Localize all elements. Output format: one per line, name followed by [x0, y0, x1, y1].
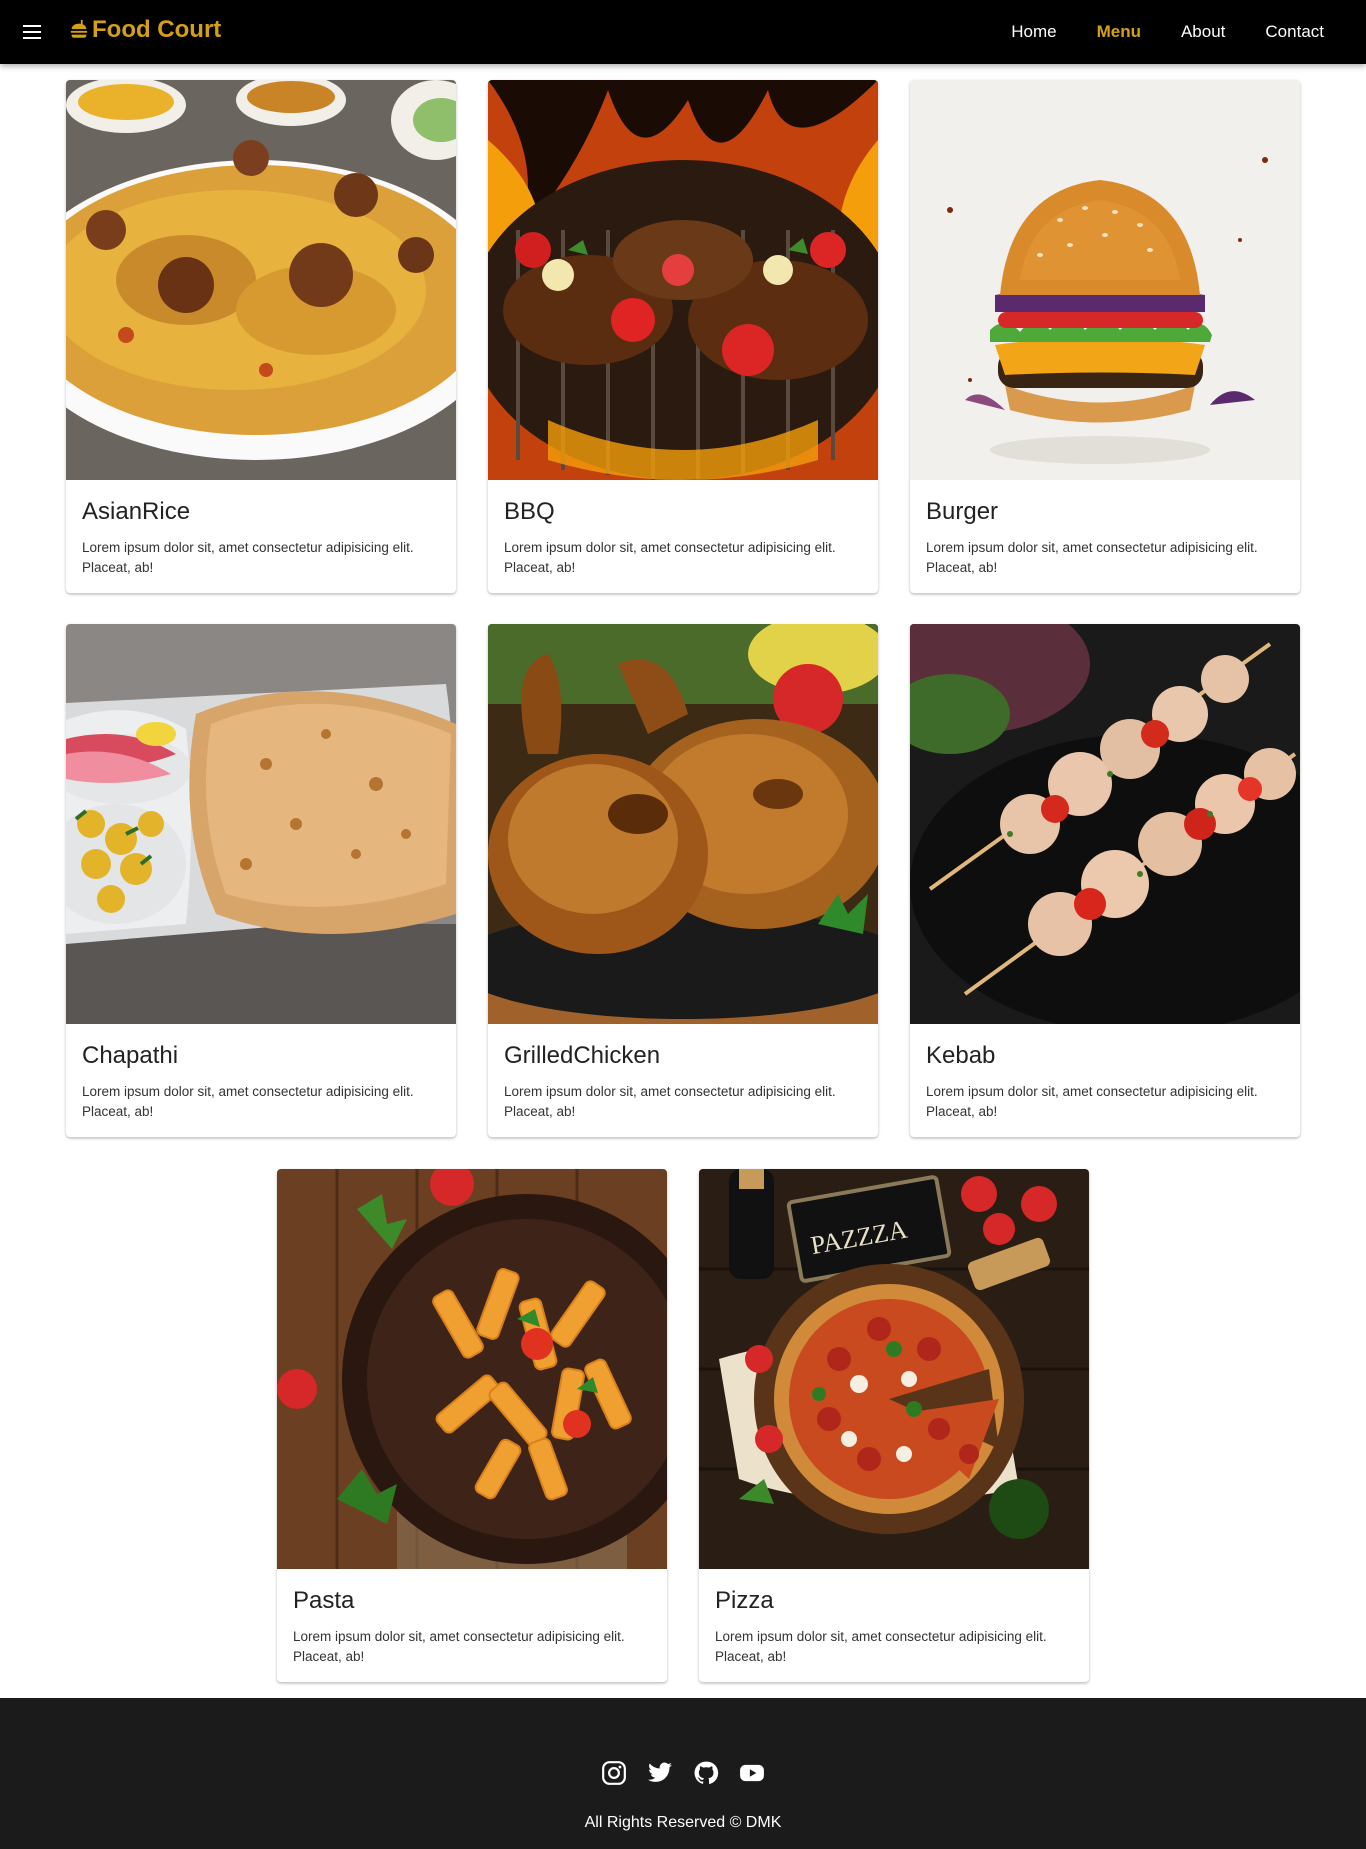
menu-card[interactable]: PAZZZA Pizza Lorem ipsum dolor sit, amet… [699, 1169, 1089, 1682]
menu-card-title: Kebab [926, 1042, 996, 1069]
burger-image [910, 80, 1300, 480]
menu-card-description: Lorem ipsum dolor sit, amet consectetur … [82, 540, 414, 575]
burger-logo-icon [70, 19, 88, 38]
asian-rice-image [66, 80, 456, 480]
twitter-icon[interactable] [647, 1760, 673, 1786]
menu-card-description: Lorem ipsum dolor sit, amet consectetur … [715, 1629, 1047, 1664]
menu-card[interactable]: BBQ Lorem ipsum dolor sit, amet consecte… [488, 80, 878, 593]
navbar: Food Court Home Menu About Contact [0, 0, 1366, 64]
menu-card-description: Lorem ipsum dolor sit, amet consectetur … [926, 1084, 1258, 1119]
menu-card-description: Lorem ipsum dolor sit, amet consectetur … [504, 1084, 836, 1119]
social-links [0, 1760, 1366, 1786]
menu-card-title: GrilledChicken [504, 1042, 661, 1069]
menu-card[interactable]: Chapathi Lorem ipsum dolor sit, amet con… [66, 624, 456, 1137]
youtube-icon[interactable] [739, 1760, 765, 1786]
menu-card-title: Chapathi [82, 1042, 179, 1069]
github-icon[interactable] [693, 1760, 719, 1786]
footer: All Rights Reserved © DMK [0, 1698, 1366, 1849]
nav-contact[interactable]: Contact [1265, 22, 1324, 42]
menu-card-title: Burger [926, 498, 999, 525]
menu-card-title: Pizza [715, 1587, 774, 1614]
menu-card-description: Lorem ipsum dolor sit, amet consectetur … [293, 1629, 625, 1664]
brand-logo[interactable]: Food Court [68, 16, 221, 44]
menu-card-description: Lorem ipsum dolor sit, amet consectetur … [82, 1084, 414, 1119]
nav-about[interactable]: About [1181, 22, 1225, 42]
menu-card-title: BBQ [504, 498, 555, 525]
nav-home[interactable]: Home [1011, 22, 1056, 42]
pizza-image: PAZZZA [699, 1169, 1089, 1569]
menu-card-title: AsianRice [82, 498, 191, 525]
menu-card[interactable]: Burger Lorem ipsum dolor sit, amet conse… [910, 80, 1300, 593]
menu-card[interactable]: Pasta Lorem ipsum dolor sit, amet consec… [277, 1169, 667, 1682]
chapathi-image [66, 624, 456, 1024]
menu-card-description: Lorem ipsum dolor sit, amet consectetur … [926, 540, 1258, 575]
hamburger-menu-icon[interactable] [20, 20, 44, 44]
grilled-chicken-image [488, 624, 878, 1024]
nav-menu[interactable]: Menu [1097, 22, 1141, 42]
instagram-icon[interactable] [601, 1760, 627, 1786]
menu-card-title: Pasta [293, 1587, 355, 1614]
nav-links: Home Menu About Contact [1011, 0, 1324, 64]
brand-name: Food Court [92, 16, 222, 43]
menu-card-description: Lorem ipsum dolor sit, amet consectetur … [504, 540, 836, 575]
menu-card[interactable]: Kebab Lorem ipsum dolor sit, amet consec… [910, 624, 1300, 1137]
menu-card[interactable]: AsianRice Lorem ipsum dolor sit, amet co… [66, 80, 456, 593]
pasta-image [277, 1169, 667, 1569]
copyright-text: All Rights Reserved © DMK [584, 1814, 782, 1831]
kebab-image [910, 624, 1300, 1024]
bbq-image [488, 80, 878, 480]
menu-card[interactable]: GrilledChicken Lorem ipsum dolor sit, am… [488, 624, 878, 1137]
